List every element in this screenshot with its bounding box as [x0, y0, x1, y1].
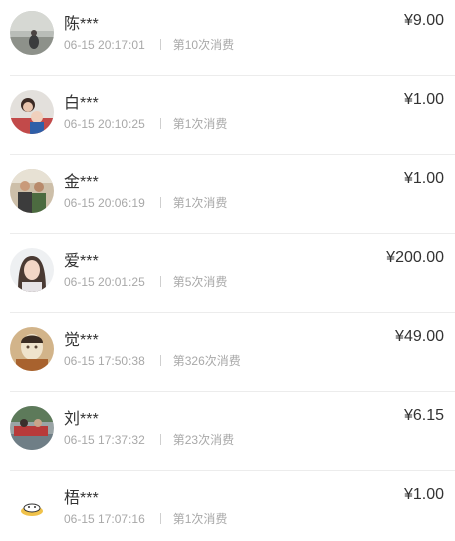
customer-name: 觉***	[64, 332, 99, 349]
list-item[interactable]: 梧*** 06-15 17:07:16 第1次消费 ¥1.00	[0, 471, 455, 541]
avatar-photo-lake-icon	[10, 11, 54, 55]
list-item[interactable]: 爱*** 06-15 20:01:25 第5次消费 ¥200.00	[0, 234, 455, 313]
order-amount: ¥9.00	[404, 12, 444, 30]
currency-symbol: ¥	[403, 486, 413, 503]
avatar-photo-woman-portrait-icon	[10, 248, 54, 292]
customer-name: 金***	[64, 174, 99, 191]
currency-symbol: ¥	[395, 328, 404, 345]
avatar-photo-statue-icon	[10, 327, 54, 371]
order-time: 06-15 20:17:01	[64, 38, 145, 52]
purchase-count: 第326次消费	[172, 354, 241, 368]
purchase-count: 第23次消费	[172, 433, 235, 447]
list-item[interactable]: 陈*** 06-15 20:17:01 第10次消费 ¥9.00	[0, 0, 455, 76]
avatar[interactable]	[10, 406, 54, 450]
order-meta: 06-15 20:06:19 第1次消费	[64, 194, 227, 211]
order-amount: ¥1.00	[404, 486, 444, 504]
order-amount: ¥49.00	[395, 328, 444, 346]
currency-symbol: ¥	[403, 407, 413, 424]
avatar-cartoon-food-icon	[10, 485, 54, 529]
purchase-count: 第5次消费	[172, 275, 228, 289]
order-meta: 06-15 20:01:25 第5次消费	[64, 273, 227, 290]
purchase-count: 第1次消费	[172, 196, 228, 210]
avatar[interactable]	[10, 327, 54, 371]
customer-name: 陈***	[64, 16, 99, 33]
order-amount: ¥200.00	[386, 249, 444, 267]
order-time: 06-15 17:37:32	[64, 433, 145, 447]
avatar[interactable]	[10, 485, 54, 529]
purchase-count: 第1次消费	[172, 512, 228, 526]
list-item[interactable]: 觉*** 06-15 17:50:38 第326次消费 ¥49.00	[0, 313, 455, 392]
order-meta: 06-15 17:07:16 第1次消费	[64, 510, 227, 527]
customer-name: 梧***	[64, 490, 99, 507]
avatar-photo-boat-icon	[10, 406, 54, 450]
order-amount: ¥1.00	[404, 91, 444, 109]
currency-symbol: ¥	[403, 12, 413, 29]
order-time: 06-15 17:50:38	[64, 354, 145, 368]
customer-name: 白***	[64, 95, 99, 112]
avatar-photo-two-men-icon	[10, 169, 54, 213]
order-time: 06-15 20:01:25	[64, 275, 145, 289]
avatar[interactable]	[10, 90, 54, 134]
amount-value: 1.00	[412, 170, 444, 187]
list-item[interactable]: 刘*** 06-15 17:37:32 第23次消费 ¥6.15	[0, 392, 455, 471]
amount-value: 200.00	[395, 249, 444, 266]
customer-name: 爱***	[64, 253, 99, 270]
currency-symbol: ¥	[403, 170, 413, 187]
order-amount: ¥6.15	[404, 407, 444, 425]
currency-symbol: ¥	[386, 249, 396, 266]
order-meta: 06-15 20:10:25 第1次消费	[64, 115, 227, 132]
meta-divider	[159, 276, 161, 287]
amount-value: 1.00	[412, 91, 444, 108]
list-item[interactable]: 金*** 06-15 20:06:19 第1次消费 ¥1.00	[0, 155, 455, 234]
purchase-count: 第10次消费	[172, 38, 235, 52]
order-time: 06-15 20:10:25	[64, 117, 145, 131]
meta-divider	[159, 118, 161, 129]
avatar[interactable]	[10, 248, 54, 292]
list-item[interactable]: 白*** 06-15 20:10:25 第1次消费 ¥1.00	[0, 76, 455, 155]
amount-value: 9.00	[412, 12, 444, 29]
order-meta: 06-15 17:50:38 第326次消费	[64, 352, 241, 369]
amount-value: 1.00	[412, 486, 444, 503]
amount-value: 6.15	[412, 407, 444, 424]
purchase-count: 第1次消费	[172, 117, 228, 131]
order-time: 06-15 17:07:16	[64, 512, 145, 526]
order-amount: ¥1.00	[404, 170, 444, 188]
consumption-list: 陈*** 06-15 20:17:01 第10次消费 ¥9.00 白*** 06-…	[0, 0, 455, 541]
customer-name: 刘***	[64, 411, 99, 428]
meta-divider	[159, 513, 161, 524]
meta-divider	[159, 355, 161, 366]
order-meta: 06-15 20:17:01 第10次消费	[64, 36, 234, 53]
meta-divider	[159, 39, 161, 50]
meta-divider	[159, 434, 161, 445]
currency-symbol: ¥	[403, 91, 413, 108]
avatar-photo-mother-child-icon	[10, 90, 54, 134]
avatar[interactable]	[10, 169, 54, 213]
meta-divider	[159, 197, 161, 208]
amount-value: 49.00	[403, 328, 444, 345]
order-meta: 06-15 17:37:32 第23次消费	[64, 431, 234, 448]
avatar[interactable]	[10, 11, 54, 55]
order-time: 06-15 20:06:19	[64, 196, 145, 210]
